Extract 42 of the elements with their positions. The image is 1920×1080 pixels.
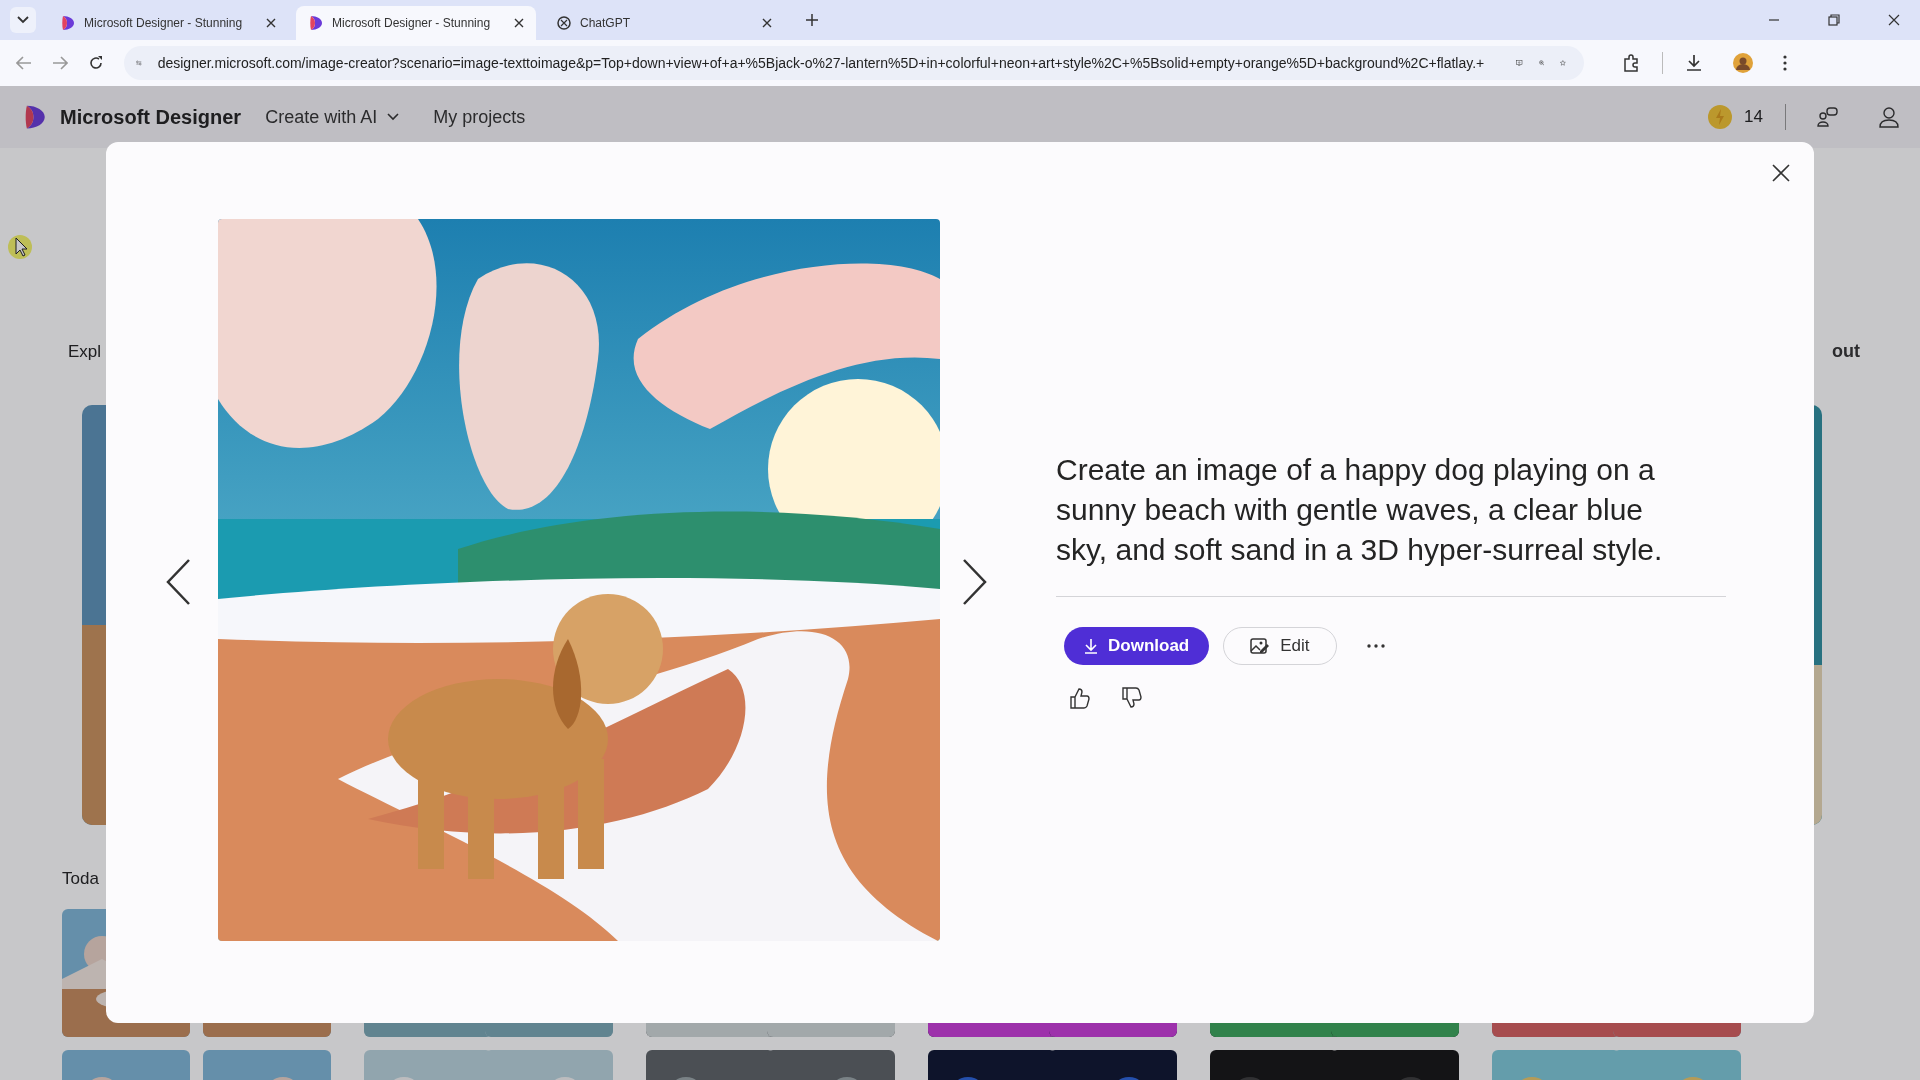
coin-icon bbox=[1708, 105, 1733, 129]
chevron-left-icon[interactable] bbox=[165, 558, 191, 606]
reload-icon[interactable] bbox=[88, 55, 104, 71]
url-text: designer.microsoft.com/image-creator?scenario=image-texttoimage&p=Top+down+view+of+a+%5Bjack-o%27-lantern%5D+in+colorful+neon+art+style%2C+%5Bsolid+empty+orange%5D+background%2C+flatlay.+ bbox=[157, 55, 1485, 71]
download-icon[interactable] bbox=[1685, 54, 1703, 72]
section-heading: Toda bbox=[62, 868, 100, 890]
close-icon[interactable] bbox=[266, 18, 276, 28]
profile-icon[interactable] bbox=[1878, 106, 1900, 128]
avatar-icon[interactable] bbox=[1733, 53, 1753, 73]
thumbs-down-icon[interactable] bbox=[1122, 687, 1142, 709]
nav-link[interactable]: My projects bbox=[433, 106, 526, 128]
close-icon[interactable] bbox=[1888, 14, 1900, 26]
browser-tab[interactable]: Microsoft Designer - Stunning bbox=[296, 6, 536, 40]
forward-icon[interactable] bbox=[52, 56, 68, 70]
browser-tab[interactable]: ChatGPT bbox=[544, 6, 784, 40]
puzzle-icon[interactable] bbox=[1622, 54, 1640, 72]
menu-icon[interactable] bbox=[1783, 55, 1787, 71]
caret-icon bbox=[17, 16, 29, 24]
prompt-text: Create an image of a happy dog playing on a sunny beach with gentle waves, a clear blue sky, and soft sand in a 3D hyper-surreal style. bbox=[1056, 452, 1664, 568]
restore-icon[interactable] bbox=[1828, 14, 1840, 26]
chat-bubbles-icon[interactable] bbox=[1816, 106, 1838, 128]
caret-icon bbox=[387, 113, 400, 121]
thumbs-up-icon[interactable] bbox=[1070, 687, 1090, 709]
address-field[interactable]: designer.microsoft.com/image-creator?scenario=image-texttoimage&p=Top+down+view+of+a+%5Bjack-o%27-lantern%5D+in+colorful+neon+art+style%2C+%5Bsolid+empty+orange%5D+background%2C+flatlay.+ bbox=[124, 46, 1584, 80]
close-icon[interactable] bbox=[514, 18, 524, 28]
tab-list-button[interactable] bbox=[10, 7, 36, 33]
more-icon[interactable] bbox=[1366, 644, 1385, 648]
browser-tab[interactable]: Microsoft Designer - Stunning bbox=[48, 6, 288, 40]
new-tab-icon[interactable] bbox=[806, 14, 818, 26]
side-link[interactable]: out bbox=[1832, 341, 1860, 362]
close-icon[interactable] bbox=[762, 18, 772, 28]
nav-dropdown[interactable]: Create with AI bbox=[265, 106, 400, 128]
download-icon bbox=[1084, 638, 1098, 654]
back-icon[interactable] bbox=[16, 56, 32, 70]
download-button[interactable]: Download bbox=[1064, 627, 1210, 665]
edit-button[interactable]: Edit bbox=[1223, 627, 1337, 665]
image-edit-icon bbox=[1250, 636, 1271, 656]
section-heading: Expl bbox=[68, 341, 102, 362]
credit-count: 14 bbox=[1744, 107, 1763, 127]
close-icon[interactable] bbox=[1772, 164, 1790, 182]
chevron-right-icon[interactable] bbox=[962, 558, 988, 606]
brand-name[interactable]: Microsoft Designer bbox=[60, 105, 242, 129]
